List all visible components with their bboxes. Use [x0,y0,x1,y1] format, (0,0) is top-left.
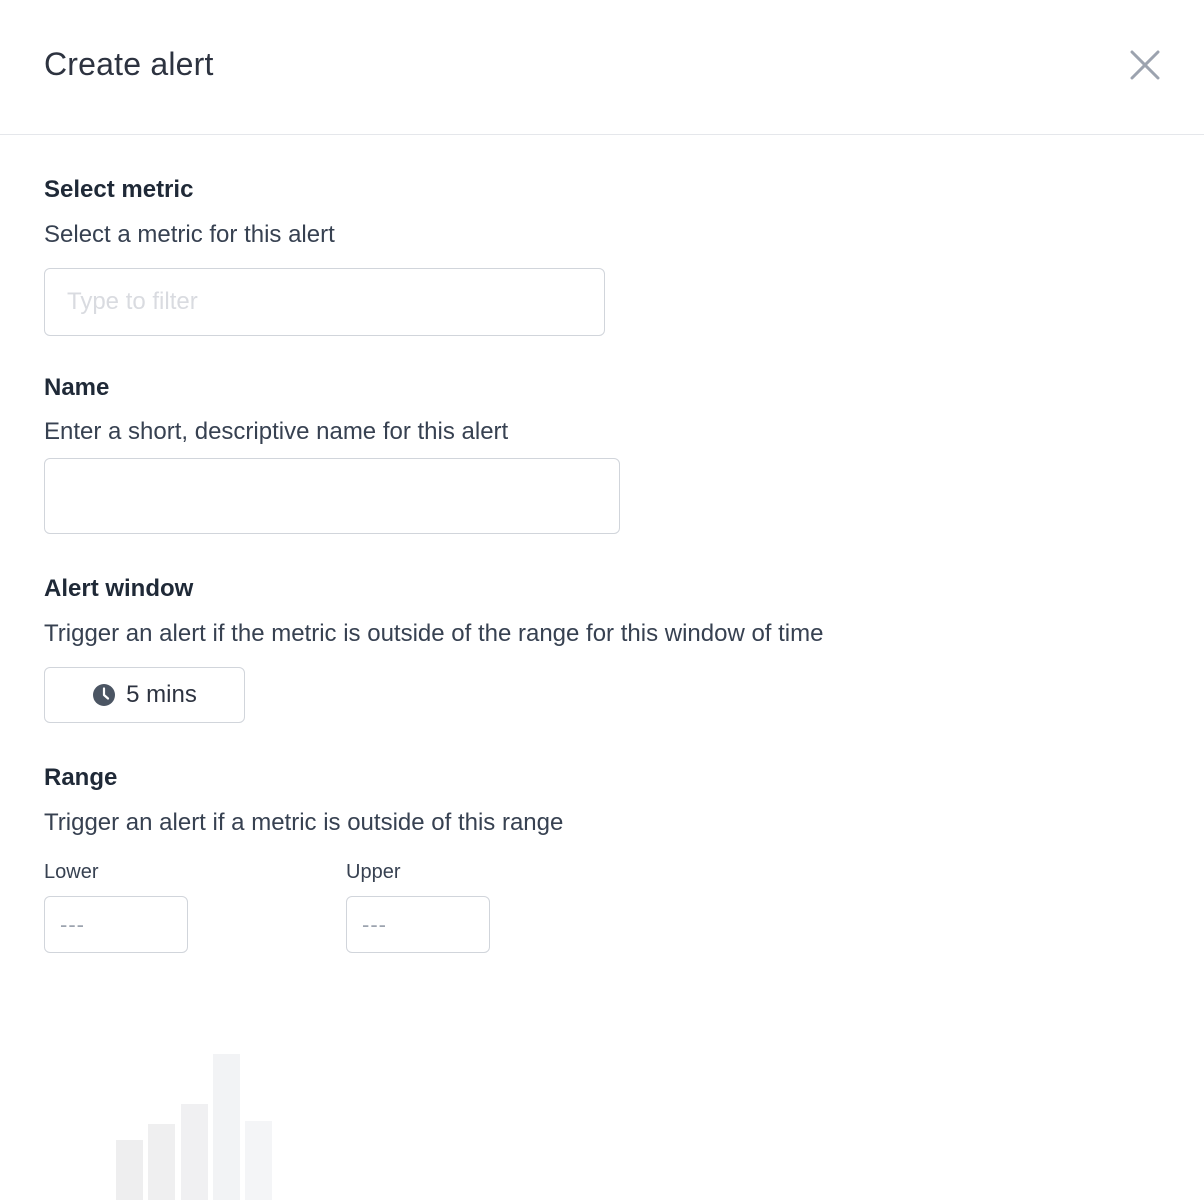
window-label: Alert window [44,575,194,602]
name-label: Name [44,374,110,401]
range-description: Trigger an alert if a metric is outside … [44,809,564,836]
modal-header: Create alert [0,0,1204,135]
window-description: Trigger an alert if the metric is outsid… [44,620,824,647]
empty-chart-illustration [116,1054,272,1200]
metric-description: Select a metric for this alert [44,221,335,248]
illustration-bar [245,1121,272,1200]
alert-window-button[interactable]: 5 mins [44,667,245,723]
metric-filter-input[interactable] [44,268,605,336]
close-icon [1130,50,1160,80]
illustration-bar [116,1140,143,1200]
alert-window-value: 5 mins [126,681,197,708]
clock-icon [93,684,116,706]
metric-label: Select metric [44,176,194,203]
illustration-bar [148,1124,175,1200]
lower-input[interactable] [44,896,188,953]
page-title: Create alert [44,46,214,82]
illustration-bar [181,1104,208,1200]
lower-label: Lower [44,861,99,883]
close-button[interactable] [1126,46,1164,84]
upper-label: Upper [346,861,401,883]
name-input[interactable] [44,458,620,534]
upper-input[interactable] [346,896,490,953]
name-description: Enter a short, descriptive name for this… [44,418,509,445]
illustration-bar [213,1054,240,1200]
range-label: Range [44,764,118,791]
